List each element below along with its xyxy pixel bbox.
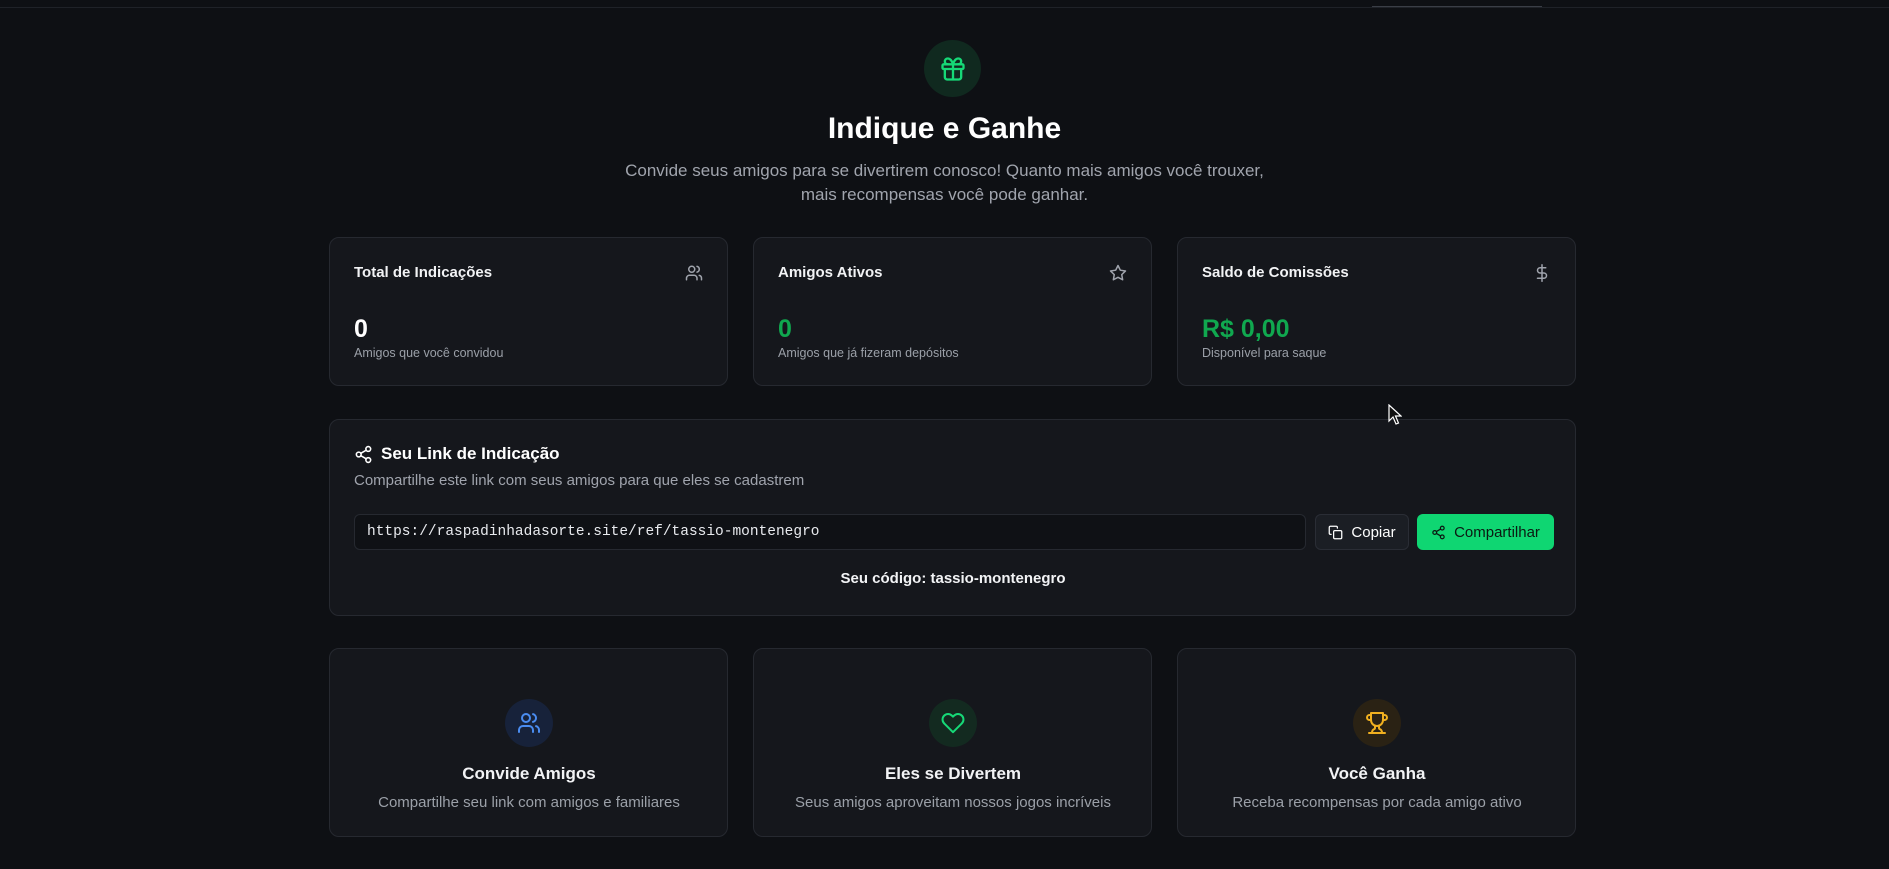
page-subtitle-line: mais recompensas você pode ganhar.: [800, 185, 1089, 204]
mouse-cursor-icon: [1388, 404, 1402, 425]
step-description: Compartilhe seu link com amigos e famili…: [378, 794, 680, 811]
step-card-you-win: Você Ganha Receba recompensas por cada a…: [1177, 648, 1576, 837]
step-title: Eles se Divertem: [884, 764, 1022, 783]
users-icon: [685, 265, 703, 281]
top-bar: [0, 0, 1889, 8]
stat-value: R$ 0,00: [1202, 315, 1290, 343]
stat-description: Amigos que você convidou: [354, 346, 504, 360]
stat-card-total-referrals: Total de Indicações 0 Amigos que você co…: [329, 237, 728, 386]
step-description: Seus amigos aproveitam nossos jogos incr…: [795, 794, 1111, 811]
copy-button-label: Copiar: [1351, 523, 1396, 541]
share-icon: [355, 445, 372, 463]
stat-title: Saldo de Comissões: [1202, 264, 1349, 281]
stat-title: Total de Indicações: [354, 264, 493, 281]
share-icon: [1432, 525, 1445, 539]
referral-link-input[interactable]: https://raspadinhadasorte.site/ref/tassi…: [354, 514, 1306, 550]
stat-description: Disponível para saque: [1202, 346, 1327, 360]
referral-link-heading: Seu Link de Indicação: [354, 444, 560, 464]
heart-icon: [929, 699, 977, 747]
gift-icon: [924, 40, 981, 97]
page-subtitle-line: Convide seus amigos para se divertirem c…: [625, 161, 1264, 180]
share-button-label: Compartilhar: [1454, 523, 1540, 541]
page-subtitle: Convide seus amigos para se divertirem c…: [620, 159, 1269, 207]
step-title: Você Ganha: [1328, 764, 1426, 783]
stat-card-commission-balance: Saldo de Comissões R$ 0,00 Disponível pa…: [1177, 237, 1576, 386]
step-card-have-fun: Eles se Divertem Seus amigos aproveitam …: [753, 648, 1152, 837]
copy-icon: [1329, 525, 1343, 539]
stat-description: Amigos que já fizeram depósitos: [778, 346, 959, 360]
users-icon: [505, 699, 553, 747]
referral-link-subtitle: Compartilhe este link com seus amigos pa…: [354, 472, 805, 489]
trophy-icon: [1353, 699, 1401, 747]
referral-link-card: Seu Link de Indicação Compartilhe este l…: [329, 419, 1576, 616]
share-button[interactable]: Compartilhar: [1417, 514, 1554, 550]
page-title: Indique e Ganhe: [827, 112, 1062, 145]
dollar-icon: [1536, 264, 1548, 282]
copy-button[interactable]: Copiar: [1315, 514, 1409, 550]
step-card-invite: Convide Amigos Compartilhe seu link com …: [329, 648, 728, 837]
star-icon: [1109, 264, 1127, 281]
referral-code: Seu código: tassio-montenegro: [840, 570, 1066, 587]
top-bar-accent: [1372, 6, 1542, 7]
stat-title: Amigos Ativos: [778, 264, 883, 281]
stat-value: 0: [778, 315, 792, 343]
stat-card-active-friends: Amigos Ativos 0 Amigos que já fizeram de…: [753, 237, 1152, 386]
referral-link-title: Seu Link de Indicação: [381, 444, 560, 463]
step-title: Convide Amigos: [462, 764, 596, 783]
stat-value: 0: [354, 315, 368, 343]
step-description: Receba recompensas por cada amigo ativo: [1232, 794, 1522, 811]
